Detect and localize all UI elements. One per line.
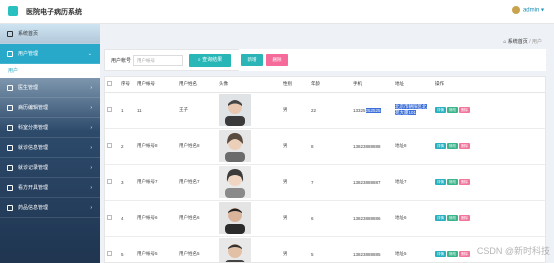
sidebar-item-home[interactable]: 系统首页 — [0, 24, 100, 44]
delete-row-button[interactable]: 删除 — [459, 215, 470, 221]
department-icon — [7, 125, 13, 131]
home-icon — [7, 31, 13, 37]
user-menu[interactable]: admin ▾ — [511, 6, 544, 14]
view-button[interactable]: 详情 — [435, 143, 446, 149]
drug-icon — [7, 205, 13, 211]
avatar — [219, 93, 251, 126]
avatar — [219, 237, 251, 262]
search-icon: ⌕ — [197, 57, 201, 63]
app-title: 医院电子病历系统 — [26, 9, 82, 16]
sidebar-subitem-users[interactable]: 用户 — [0, 64, 100, 78]
sidebar-item-drugs[interactable]: 药品信息管理 › — [0, 198, 100, 218]
edit-button[interactable]: 修改 — [447, 143, 458, 149]
chevron-right-icon: › — [90, 145, 92, 151]
col-account[interactable]: 用户帐号 — [135, 77, 177, 93]
action-bar: 新增 删除 — [239, 49, 546, 71]
avatar — [219, 129, 251, 162]
edit-button[interactable]: 修改 — [447, 251, 458, 257]
search-button[interactable]: ⌕ 查询结果 — [189, 54, 231, 67]
sidebar-item-prescriptions[interactable]: 看方开具管理 › — [0, 178, 100, 198]
delete-row-button[interactable]: 删除 — [459, 107, 470, 113]
col-ops: 操作 — [433, 77, 545, 93]
col-phone[interactable]: 手机 — [351, 77, 393, 93]
breadcrumb-current: 用户 — [531, 39, 542, 45]
chevron-right-icon: › — [90, 105, 92, 111]
search-input[interactable]: 用户帐号 — [133, 55, 183, 66]
row-checkbox[interactable] — [107, 179, 112, 184]
chevron-right-icon: › — [90, 205, 92, 211]
row-checkbox[interactable] — [107, 251, 112, 256]
chevron-right-icon: › — [90, 165, 92, 171]
sidebar-item-visits[interactable]: 就诊信息管理 › — [0, 138, 100, 158]
top-bar: 医院电子病历系统 admin ▾ — [0, 0, 554, 24]
home-icon: ⌂ — [503, 39, 507, 45]
table-row: 1 11 王子 男 22 13325252525 北京市朝阳区北 苑大厦101 详… — [105, 92, 545, 129]
doctor-icon — [7, 85, 13, 91]
select-all-checkbox[interactable] — [107, 81, 112, 87]
search-label: 用户帐号 — [111, 58, 132, 64]
col-photo: 头像 — [217, 77, 281, 93]
sidebar: 系统首页 用户管理 ⌄ 用户 医生管理 › 病历编辑管理 › 科室分类管理 › 就诊信息… — [0, 24, 100, 263]
avatar — [219, 201, 251, 234]
chevron-down-icon: ⌄ — [87, 51, 92, 57]
breadcrumb: ⌂ 系统首页 / 用户 — [503, 39, 542, 45]
col-address[interactable]: 地址 — [393, 77, 433, 93]
delete-row-button[interactable]: 删除 — [459, 143, 470, 149]
edit-button[interactable]: 修改 — [447, 179, 458, 185]
sidebar-item-records[interactable]: 病历编辑管理 › — [0, 98, 100, 118]
user-icon — [7, 51, 13, 57]
view-button[interactable]: 详情 — [435, 107, 446, 113]
watermark: CSDN @新时科技 — [476, 246, 550, 256]
delete-button[interactable]: 删除 — [266, 54, 288, 66]
sidebar-item-doctors[interactable]: 医生管理 › — [0, 78, 100, 98]
view-button[interactable]: 详情 — [435, 179, 446, 185]
table-row: 3 用户帐号7 用户姓名7 男 7 13823888887 地址7 详情 修改 删除 — [105, 164, 545, 201]
visit-icon — [7, 145, 13, 151]
user-name: admin — [522, 7, 540, 14]
row-checkbox[interactable] — [107, 143, 112, 148]
row-checkbox[interactable] — [107, 107, 112, 112]
avatar — [511, 6, 520, 14]
user-table: 序号 用户帐号 用户姓名 头像 性别 年龄 手机 地址 操作 1 11 王子 男… — [104, 76, 546, 263]
avatar — [219, 165, 251, 198]
col-gender[interactable]: 性别 — [281, 77, 309, 93]
sidebar-item-users[interactable]: 用户管理 ⌄ — [0, 44, 100, 64]
col-name[interactable]: 用户姓名 — [177, 77, 217, 93]
delete-row-button[interactable]: 删除 — [459, 251, 470, 257]
table-row: 2 用户帐号8 用户姓名8 男 8 13823888888 地址8 详情 修改 删除 — [105, 128, 545, 165]
breadcrumb-home[interactable]: 系统首页 — [508, 39, 528, 45]
chevron-right-icon: › — [90, 125, 92, 131]
row-checkbox[interactable] — [107, 215, 112, 220]
col-age[interactable]: 年龄 — [309, 77, 351, 93]
sidebar-item-departments[interactable]: 科室分类管理 › — [0, 118, 100, 138]
add-button[interactable]: 新增 — [241, 54, 263, 66]
list-icon — [7, 165, 13, 171]
delete-row-button[interactable]: 删除 — [459, 179, 470, 185]
prescription-icon — [7, 185, 13, 191]
record-icon — [7, 105, 13, 111]
table-header: 序号 用户帐号 用户姓名 头像 性别 年龄 手机 地址 操作 — [105, 77, 545, 93]
logo-icon — [8, 6, 18, 16]
view-button[interactable]: 详情 — [435, 215, 446, 221]
sidebar-item-visit-records[interactable]: 就诊记录管理 › — [0, 158, 100, 178]
col-no[interactable]: 序号 — [119, 77, 135, 93]
chevron-right-icon: › — [90, 185, 92, 191]
view-button[interactable]: 详情 — [435, 251, 446, 257]
edit-button[interactable]: 修改 — [447, 215, 458, 221]
chevron-right-icon: › — [90, 85, 92, 91]
table-row: 4 用户帐号6 用户姓名6 男 6 13823888886 地址6 详情 修改 删除 — [105, 200, 545, 237]
edit-button[interactable]: 修改 — [447, 107, 458, 113]
